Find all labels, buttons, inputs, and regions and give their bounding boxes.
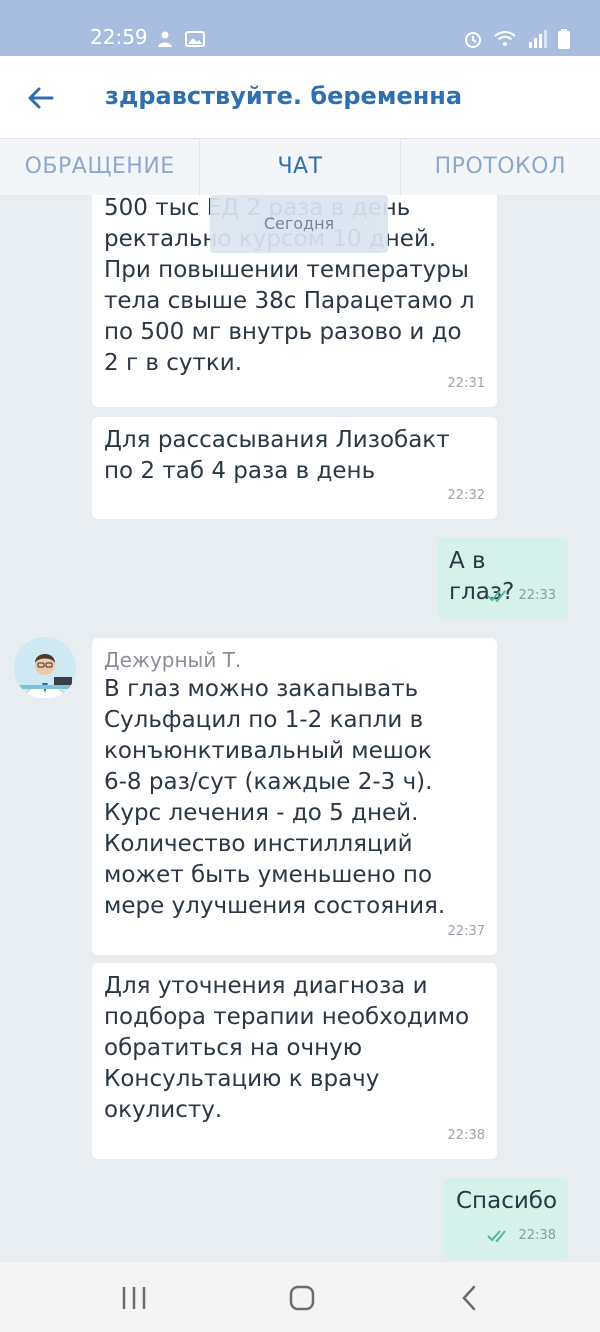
back-button[interactable] (22, 78, 62, 118)
message-outgoing[interactable]: Спасибо 22:38 (444, 1178, 568, 1259)
message-line: Курс лечения - до 5 дней. (104, 800, 419, 826)
message-line: может быть уменьшено по (104, 862, 433, 888)
nav-back-button[interactable] (450, 1282, 490, 1314)
status-time: 22:59 (90, 25, 148, 49)
message-line: обратиться на очную (104, 1035, 363, 1061)
tab-protocol[interactable]: ПРОТОКОЛ (399, 139, 600, 195)
signal-icon (528, 29, 547, 48)
status-bar: 22:59 (0, 0, 600, 56)
message-line: 6-8 раз/сут (каждые 2-3 ч). (104, 769, 433, 795)
message-line: Консультацию к врачу (104, 1066, 380, 1092)
doctor-avatar-icon (14, 637, 76, 699)
recent-apps-button[interactable] (114, 1282, 154, 1314)
message-line: подбора терапии необходимо (104, 1004, 470, 1030)
message-line: Сульфацил по 1-2 капли в (104, 707, 424, 733)
message-line: Для рассасывания Лизобакт (104, 427, 450, 453)
message-line: В глаз можно закапывать (104, 676, 419, 702)
message-line: окулисту. (104, 1097, 223, 1123)
app-bar: здравствуйте. беременна (0, 56, 600, 138)
message-time: 22:38 (518, 1228, 556, 1243)
message-line: по 2 таб 4 раза в день (104, 458, 376, 484)
message-line: Спасибо (456, 1188, 558, 1214)
wifi-icon (494, 30, 516, 46)
message-incoming[interactable]: Для рассасывания Лизобакт по 2 таб 4 раз… (92, 417, 497, 519)
tab-bar: ОБРАЩЕНИЕ ЧАТ ПРОТОКОЛ (0, 138, 600, 196)
message-line: по 500 мг внутрь разово и до (104, 319, 462, 345)
read-ticks-icon (486, 589, 506, 602)
home-icon (289, 1285, 315, 1311)
message-line: конъюнктивальный мешок (104, 738, 432, 764)
arrow-left-icon (28, 87, 54, 109)
message-incoming[interactable]: Дежурный Т. В глаз можно закапывать Суль… (92, 638, 497, 955)
recent-apps-icon (122, 1287, 146, 1309)
chat-area[interactable]: 500 тыс ЕД 2 раза в день ректально курсо… (0, 195, 600, 1262)
status-icons-right (457, 28, 570, 49)
message-time: 22:31 (447, 376, 485, 391)
message-time: 22:38 (447, 1128, 485, 1143)
message-line: Количество инстилляций (104, 831, 413, 857)
message-time: 22:32 (447, 488, 485, 503)
alarm-icon (464, 31, 481, 48)
message-time-row: 22:33 (486, 580, 556, 611)
message-line: мере улучшения состояния. (104, 893, 446, 919)
avatar[interactable] (14, 637, 76, 699)
message-incoming[interactable]: Для уточнения диагноза и подбора терапии… (92, 963, 497, 1159)
tab-request[interactable]: ОБРАЩЕНИЕ (0, 139, 199, 195)
date-separator: Сегодня (210, 195, 388, 253)
message-time: 22:33 (518, 588, 556, 603)
system-nav-bar (0, 1262, 600, 1332)
home-button[interactable] (282, 1282, 322, 1314)
battery-icon (558, 28, 570, 49)
message-time-row: 22:38 (486, 1220, 556, 1251)
tab-chat[interactable]: ЧАТ (199, 139, 399, 195)
person-notification-icon (158, 31, 172, 47)
message-line: 2 г в сутки. (104, 350, 243, 376)
message-line: тела свыше 38с Парацетамо л (104, 288, 475, 314)
message-line: При повышении температуры (104, 257, 469, 283)
back-icon (462, 1285, 476, 1311)
sender-name: Дежурный Т. (104, 648, 242, 672)
message-time: 22:37 (447, 924, 485, 939)
message-outgoing[interactable]: А в глаз? 22:33 (437, 538, 568, 619)
status-icons-left (150, 28, 206, 48)
gallery-icon (185, 30, 206, 47)
read-ticks-icon (486, 1229, 506, 1242)
page-title: здравствуйте. беременна (105, 82, 463, 110)
message-line: Для уточнения диагноза и (104, 973, 428, 999)
